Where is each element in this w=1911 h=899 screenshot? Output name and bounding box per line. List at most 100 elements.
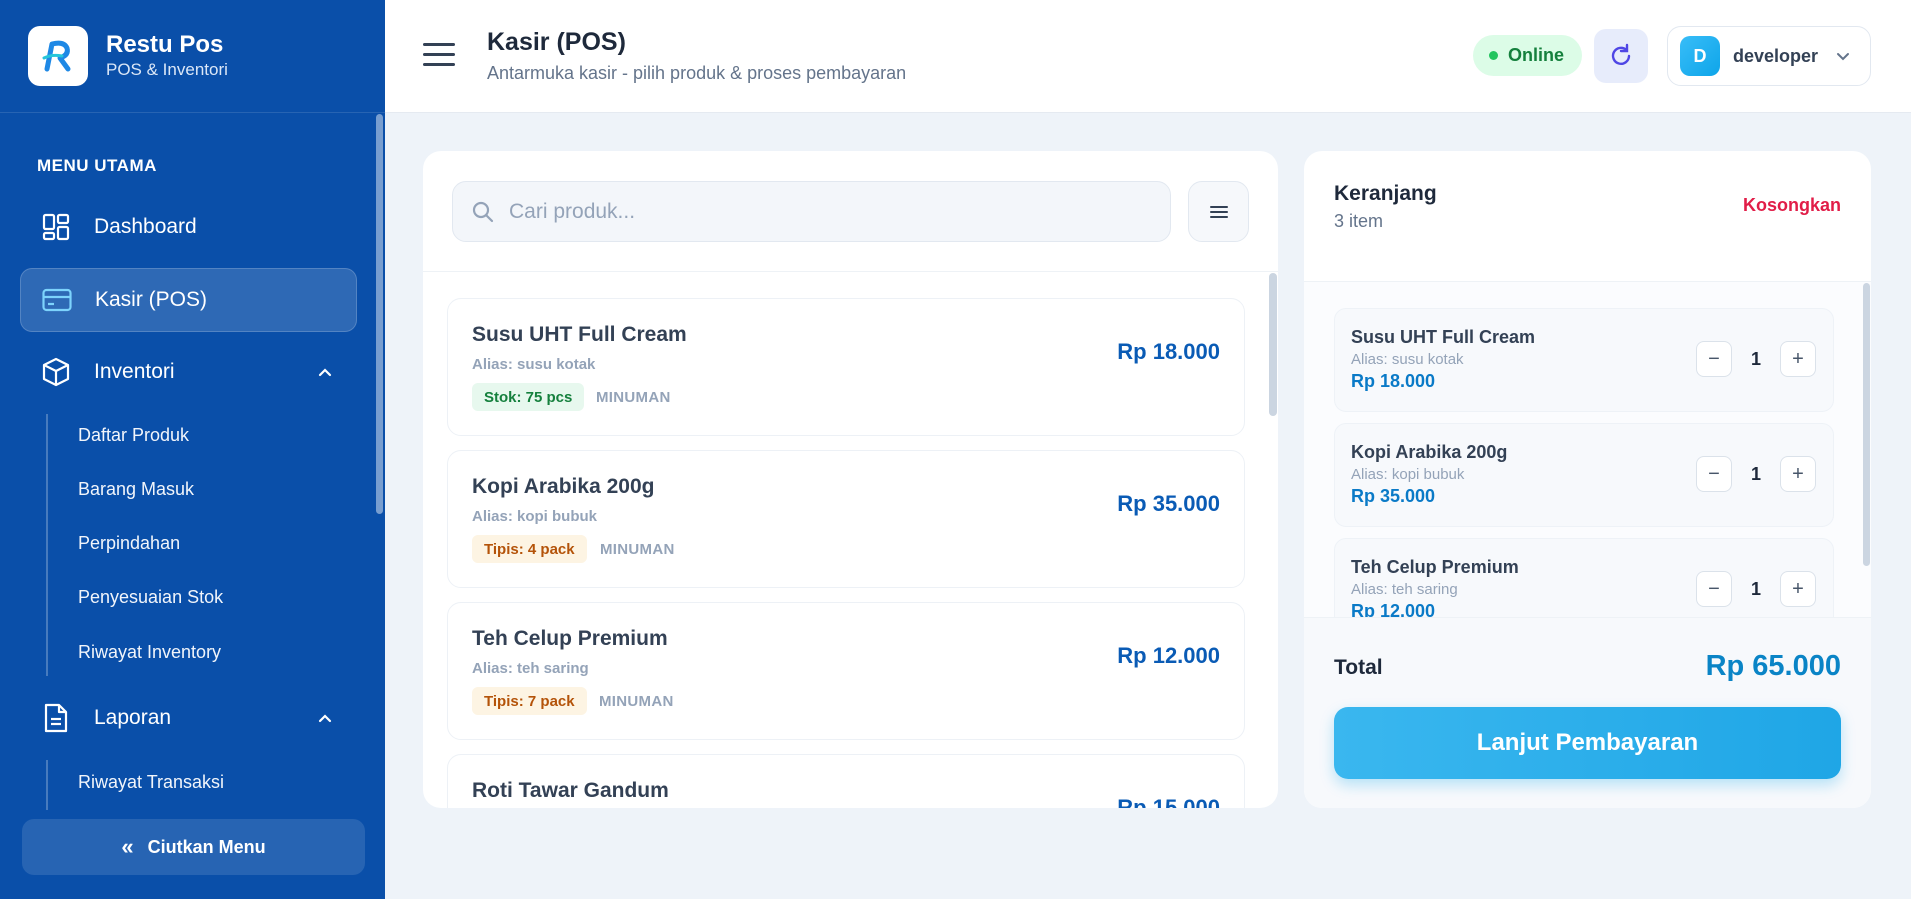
sidebar-scrollbar[interactable] xyxy=(376,114,383,514)
cart-panel: Keranjang 3 item Kosongkan Susu UHT Full… xyxy=(1304,151,1871,808)
search-icon xyxy=(472,201,494,222)
cart-count: 3 item xyxy=(1334,211,1384,231)
sidebar-item-label: Inventori xyxy=(94,360,175,383)
sidebar-item-label: Kasir (POS) xyxy=(95,288,208,311)
sidebar-subitem-barang-masuk[interactable]: Barang Masuk xyxy=(78,479,194,500)
cart-item-price: Rp 35.000 xyxy=(1351,486,1436,506)
sidebar-subitem-riwayat-transaksi[interactable]: Riwayat Transaksi xyxy=(78,772,224,793)
total-label: Total xyxy=(1334,656,1383,679)
stock-badge: Tipis: 4 pack xyxy=(472,535,587,563)
stock-badge: Stok: 75 pcs xyxy=(472,383,585,411)
document-icon xyxy=(40,702,72,734)
search-input[interactable] xyxy=(509,199,1109,224)
cart-item-name: Kopi Arabika 200g xyxy=(1351,442,1508,462)
product-name: Roti Tawar Gandum xyxy=(472,779,669,802)
status-label: Online xyxy=(1508,45,1565,65)
menu-section-label: MENU UTAMA xyxy=(37,156,157,175)
qty-value: 1 xyxy=(1750,348,1761,369)
sidebar-item-laporan[interactable]: Laporan xyxy=(20,686,357,750)
cart-scrollbar[interactable] xyxy=(1863,283,1870,566)
product-alias: Alias: susu kotak xyxy=(472,356,596,373)
product-card[interactable]: Roti Tawar Gandum Rp 15.000 xyxy=(447,754,1245,808)
product-name: Teh Celup Premium xyxy=(472,627,668,650)
card-icon xyxy=(41,284,73,316)
cart-item: Susu UHT Full Cream Alias: susu kotak Rp… xyxy=(1334,308,1834,412)
product-category: MINUMAN xyxy=(599,693,674,710)
sidebar-item-dashboard[interactable]: Dashboard xyxy=(20,195,357,259)
total-value: Rp 65.000 xyxy=(1705,650,1841,682)
products-panel: Susu UHT Full Cream Alias: susu kotak St… xyxy=(423,151,1278,808)
cart-item-price: Rp 12.000 xyxy=(1351,601,1436,617)
dashboard-icon xyxy=(40,211,72,243)
decrease-qty-button[interactable]: − xyxy=(1696,341,1732,377)
product-name: Susu UHT Full Cream xyxy=(472,323,687,346)
product-alias: Alias: teh saring xyxy=(472,660,589,677)
chevron-up-icon[interactable] xyxy=(315,362,335,382)
cart-item-alias: Alias: kopi bubuk xyxy=(1351,466,1465,483)
stock-badge: Tipis: 7 pack xyxy=(472,687,587,715)
chevrons-left-icon: « xyxy=(121,834,134,859)
increase-qty-button[interactable]: + xyxy=(1780,456,1816,492)
sidebar-item-label: Laporan xyxy=(94,706,172,729)
menu-lines-icon xyxy=(1209,205,1228,218)
product-price: Rp 15.000 xyxy=(1117,795,1220,808)
product-category: MINUMAN xyxy=(600,541,675,558)
submenu-line xyxy=(46,760,48,810)
product-card[interactable]: Susu UHT Full Cream Alias: susu kotak St… xyxy=(447,298,1245,436)
cart-item: Kopi Arabika 200g Alias: kopi bubuk Rp 3… xyxy=(1334,423,1834,527)
clear-cart-button[interactable]: Kosongkan xyxy=(1743,195,1841,216)
box-icon xyxy=(40,356,72,388)
chevron-up-icon[interactable] xyxy=(315,708,335,728)
product-card[interactable]: Kopi Arabika 200g Alias: kopi bubuk Tipi… xyxy=(447,450,1245,588)
submenu-line xyxy=(46,414,48,676)
product-price: Rp 12.000 xyxy=(1117,643,1220,668)
qty-value: 1 xyxy=(1750,463,1761,484)
sidebar: Restu Pos POS & Inventori MENU UTAMA Das… xyxy=(0,0,385,899)
increase-qty-button[interactable]: + xyxy=(1780,341,1816,377)
page-subtitle: Antarmuka kasir - pilih produk & proses … xyxy=(487,63,907,83)
qty-value: 1 xyxy=(1750,578,1761,599)
chevron-down-icon xyxy=(1837,53,1849,61)
product-card[interactable]: Teh Celup Premium Alias: teh saring Tipi… xyxy=(447,602,1245,740)
collapse-menu-label: Ciutkan Menu xyxy=(147,836,266,857)
sidebar-item-kasir[interactable]: Kasir (POS) xyxy=(20,268,357,332)
cart-item-alias: Alias: teh saring xyxy=(1351,581,1458,598)
cart-item-name: Susu UHT Full Cream xyxy=(1351,327,1536,347)
refresh-icon xyxy=(1611,43,1631,65)
refresh-button[interactable] xyxy=(1594,29,1648,83)
collapse-menu-button[interactable]: « Ciutkan Menu xyxy=(22,819,365,875)
sidebar-subitem-penyesuaian-stok[interactable]: Penyesuaian Stok xyxy=(78,587,223,608)
products-scrollbar[interactable] xyxy=(1269,273,1277,416)
increase-qty-button[interactable]: + xyxy=(1780,571,1816,607)
sidebar-item-label: Dashboard xyxy=(94,215,197,238)
search-box[interactable] xyxy=(452,181,1171,242)
sidebar-item-inventori[interactable]: Inventori xyxy=(20,340,357,404)
user-name: developer xyxy=(1733,45,1819,66)
product-category: MINUMAN xyxy=(596,389,671,406)
proceed-payment-button[interactable]: Lanjut Pembayaran xyxy=(1334,707,1841,779)
product-alias: Alias: kopi bubuk xyxy=(472,508,598,525)
hamburger-menu-icon[interactable] xyxy=(423,43,455,69)
product-price: Rp 35.000 xyxy=(1117,491,1220,516)
app-subtitle: POS & Inventori xyxy=(106,60,228,79)
cart-item: Teh Celup Premium Alias: teh saring Rp 1… xyxy=(1334,538,1834,617)
page-title: Kasir (POS) xyxy=(487,28,626,56)
sidebar-subitem-perpindahan[interactable]: Perpindahan xyxy=(78,533,180,554)
decrease-qty-button[interactable]: − xyxy=(1696,456,1732,492)
avatar: D xyxy=(1680,36,1720,76)
filter-menu-button[interactable] xyxy=(1188,181,1249,242)
brand: Restu Pos POS & Inventori xyxy=(0,0,385,113)
user-menu[interactable]: D developer xyxy=(1667,26,1871,86)
top-header: Kasir (POS) Antarmuka kasir - pilih prod… xyxy=(385,0,1911,113)
divider xyxy=(423,271,1278,272)
cart-item-alias: Alias: susu kotak xyxy=(1351,351,1464,368)
status-badge: Online xyxy=(1473,35,1583,76)
decrease-qty-button[interactable]: − xyxy=(1696,571,1732,607)
product-price: Rp 18.000 xyxy=(1117,339,1220,364)
sidebar-subitem-riwayat-inventory[interactable]: Riwayat Inventory xyxy=(78,642,221,663)
cart-list: Susu UHT Full Cream Alias: susu kotak Rp… xyxy=(1304,282,1871,617)
cart-item-price: Rp 18.000 xyxy=(1351,371,1436,391)
sidebar-subitem-daftar-produk[interactable]: Daftar Produk xyxy=(78,425,189,446)
app-name: Restu Pos xyxy=(106,31,224,58)
app-logo xyxy=(28,26,88,86)
